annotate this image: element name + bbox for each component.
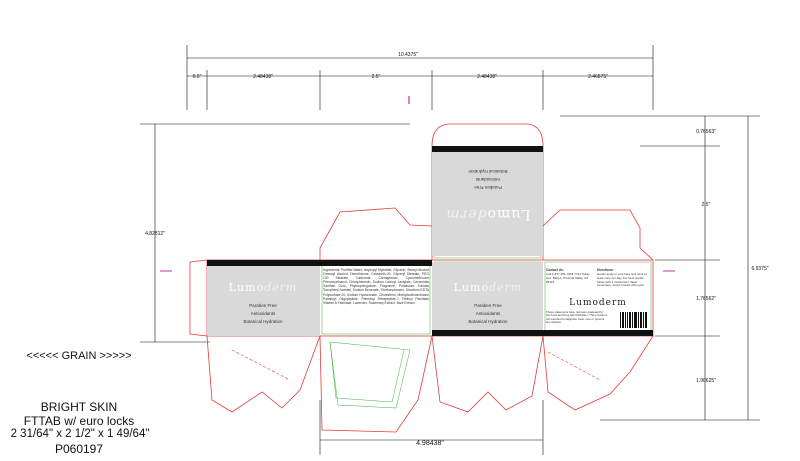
bottom-flap-panel-1 xyxy=(206,335,321,413)
right-panel-label: 1.76562" xyxy=(696,296,716,302)
top-dimension-group: 10.4375" 0.5" 2.48438" 2.5" 2.48438" 2.4… xyxy=(186,45,654,110)
ingredients-panel: Ingredients: Purified Water, Isopropyl M… xyxy=(320,260,432,305)
barcode xyxy=(620,312,647,328)
claim-3: Botanical Hydration xyxy=(468,169,508,174)
claim-1: Paraben Free xyxy=(474,303,502,308)
directions-text: Gently apply to your face and neck at le… xyxy=(597,273,647,288)
contact-title: Contact Us: xyxy=(546,268,564,272)
dieline-diagram: 10.4375" 0.5" 2.48438" 2.5" 2.48438" 2.4… xyxy=(140,45,769,455)
left-height-label: 4.82812" xyxy=(145,231,165,237)
disclaimer-text: These statements have not been evaluated… xyxy=(546,311,608,325)
right-bottom-label: 1.90625" xyxy=(696,378,716,384)
claim-2: Antioxidants xyxy=(476,311,501,316)
glue-flap-width-label: 0.5" xyxy=(193,74,202,80)
registration-marks xyxy=(160,96,675,272)
overall-width-label: 10.4375" xyxy=(398,52,418,58)
panel-1-width-label: 2.48438" xyxy=(253,74,273,80)
product-name: BRIGHT SKIN xyxy=(40,400,118,414)
panel-4-width-label: 2.46875" xyxy=(588,74,608,80)
box-style: FTTAB w/ euro locks xyxy=(23,414,135,428)
right-mid-label: 2.5" xyxy=(702,202,711,208)
right-dimension-group: 0.76563" 2.5" 6.9375" 1.76562" 1.90625" xyxy=(560,115,769,421)
directions-title: Directions: xyxy=(597,268,614,272)
brand-suffix: derm xyxy=(489,281,522,294)
info-brand: Lumoderm xyxy=(569,298,627,308)
brand-suffix: derm xyxy=(264,281,297,294)
panel-2-width-label: 2.5" xyxy=(372,74,381,80)
bottom-width-label: 4.98438" xyxy=(416,440,444,447)
ingredients-text: Ingredients: Purified Water, Isopropyl M… xyxy=(323,268,430,305)
svg-text:Lumoderm: Lumoderm xyxy=(454,281,523,294)
claim-3: Botanical Hydration xyxy=(243,319,283,324)
top-flap-panel: Lumoderm Paraben Free Antioxidants Botan… xyxy=(432,146,543,256)
claim-2: Antioxidants xyxy=(475,177,500,182)
top-dust-flap-left xyxy=(319,207,433,260)
front-left-panel: Lumoderm Paraben Free Antioxidants Botan… xyxy=(207,260,320,336)
svg-text:Lumoderm: Lumoderm xyxy=(229,281,298,294)
brand-prefix: Lumo xyxy=(229,281,264,294)
claim-3: Botanical Hydration xyxy=(468,319,508,324)
top-dust-flap-right xyxy=(542,209,654,261)
front-right-panel: Lumoderm Paraben Free Antioxidants Botan… xyxy=(432,262,543,336)
product-code: P060197 xyxy=(54,442,104,456)
svg-text:Lumoderm: Lumoderm xyxy=(445,206,530,222)
right-overall-label: 6.9375" xyxy=(751,266,768,272)
claim-1: Paraben Free xyxy=(249,303,277,308)
contact-text: Call 1-877-251-7818 7734 Tokay Ave, Bldg… xyxy=(546,273,590,284)
panel-3-width-label: 2.48438" xyxy=(477,74,497,80)
claim-2: Antioxidants xyxy=(251,311,276,316)
box-size: 2 31/64" x 2 1/2" x 1 49/64" xyxy=(10,428,150,440)
brand-suffix: derm xyxy=(445,206,486,222)
bottom-flap-panel-4 xyxy=(542,335,654,411)
claim-1: Paraben Free xyxy=(474,185,502,190)
bottom-flap-panel-2 xyxy=(319,335,433,433)
brand-prefix: Lumo xyxy=(487,206,531,222)
bottom-flap-panel-3 xyxy=(431,335,544,413)
glue-flap xyxy=(189,259,208,337)
right-top-label: 0.76563" xyxy=(696,129,716,135)
grain-note: <<<<< GRAIN >>>>> xyxy=(26,350,132,362)
info-panel: Contact Us: Call 1-877-251-7818 7734 Tok… xyxy=(543,268,653,336)
brand-prefix: Lumo xyxy=(454,281,489,294)
